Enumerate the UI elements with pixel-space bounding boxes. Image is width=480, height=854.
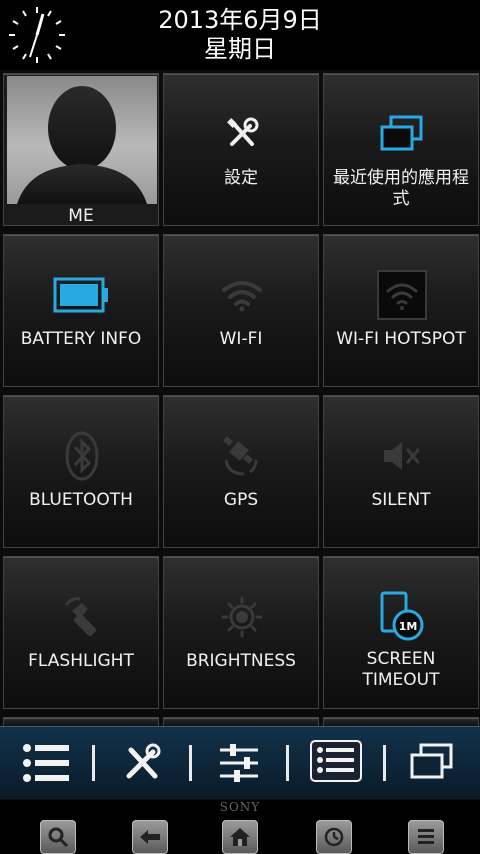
tile-wifi[interactable]: WI-FI — [163, 234, 319, 387]
tile-gps[interactable]: GPS — [163, 395, 319, 548]
search-icon — [48, 827, 69, 848]
recent-apps-icon — [410, 743, 453, 779]
back-arrow-icon — [140, 830, 160, 844]
sun-icon — [164, 587, 320, 647]
divider — [92, 745, 95, 781]
recent-apps-shortcut-button[interactable] — [402, 735, 462, 791]
tools-icon — [164, 104, 320, 164]
bluetooth-icon — [4, 426, 160, 486]
tile-label: BATTERY INFO — [20, 329, 142, 349]
avatar — [7, 76, 157, 204]
list-view-button[interactable] — [16, 735, 76, 791]
tile-screen-timeout[interactable]: 1M SCREEN TIMEOUT — [323, 556, 479, 709]
tile-silent[interactable]: SILENT — [323, 395, 479, 548]
tile-recent-apps[interactable]: 最近使用的應用程式 — [323, 73, 479, 226]
wifi-hotspot-icon — [324, 265, 480, 325]
recent-history-button[interactable] — [316, 820, 352, 854]
status-header: 2013年6月9日 星期日 — [0, 0, 480, 70]
flashlight-icon — [4, 587, 160, 647]
list-icon — [23, 744, 69, 782]
tile-label: GPS — [223, 490, 259, 510]
contact-silhouette-icon — [17, 86, 147, 204]
tile-settings[interactable]: 設定 — [163, 73, 319, 226]
tile-flashlight[interactable]: FLASHLIGHT — [3, 556, 159, 709]
date-display: 2013年6月9日 星期日 — [0, 6, 480, 64]
recent-apps-icon — [324, 104, 480, 164]
gps-satellite-icon — [164, 426, 320, 486]
divider — [383, 745, 386, 781]
tile-label: 設定 — [224, 168, 258, 188]
wifi-icon — [164, 265, 320, 325]
timeout-badge: 1M — [399, 620, 418, 633]
speaker-muted-icon — [324, 426, 480, 486]
tile-me[interactable]: ME — [3, 73, 159, 226]
date-text: 2013年6月9日 — [158, 6, 322, 34]
weekday-text: 星期日 — [204, 35, 276, 63]
tools-icon — [126, 743, 161, 779]
tile-label: WI-FI HOTSPOT — [336, 329, 466, 349]
tile-label: WI-FI — [219, 329, 263, 349]
tile-label: SILENT — [371, 490, 431, 510]
checklist-icon — [310, 740, 362, 782]
back-button[interactable] — [132, 820, 168, 854]
system-navigation-bar: SONY — [0, 800, 480, 854]
brand-logo: SONY — [219, 800, 261, 814]
battery-icon — [4, 265, 160, 325]
menu-button[interactable] — [408, 820, 444, 854]
search-button[interactable] — [40, 820, 76, 854]
divider — [189, 745, 192, 781]
tile-label: FLASHLIGHT — [28, 651, 134, 671]
settings-shortcut-button[interactable] — [112, 735, 172, 791]
tile-brightness[interactable]: BRIGHTNESS — [163, 556, 319, 709]
screen-timeout-icon: 1M — [324, 587, 480, 647]
home-button[interactable] — [222, 820, 258, 854]
tile-label: ME — [68, 206, 94, 226]
home-icon — [230, 828, 250, 846]
tile-label: BLUETOOTH — [29, 490, 133, 510]
shortcut-bar — [0, 726, 480, 799]
checklist-button[interactable] — [306, 735, 366, 791]
sliders-icon — [220, 744, 258, 782]
tile-label: BRIGHTNESS — [186, 651, 296, 671]
menu-icon — [418, 829, 434, 844]
tile-wifi-hotspot[interactable]: WI-FI HOTSPOT — [323, 234, 479, 387]
tile-label: SCREEN TIMEOUT — [362, 649, 440, 690]
tile-bluetooth[interactable]: BLUETOOTH — [3, 395, 159, 548]
clock-icon — [324, 827, 344, 847]
sliders-button[interactable] — [209, 735, 269, 791]
tile-label: 最近使用的應用程式 — [333, 168, 469, 209]
divider — [286, 745, 289, 781]
tile-battery-info[interactable]: BATTERY INFO — [3, 234, 159, 387]
